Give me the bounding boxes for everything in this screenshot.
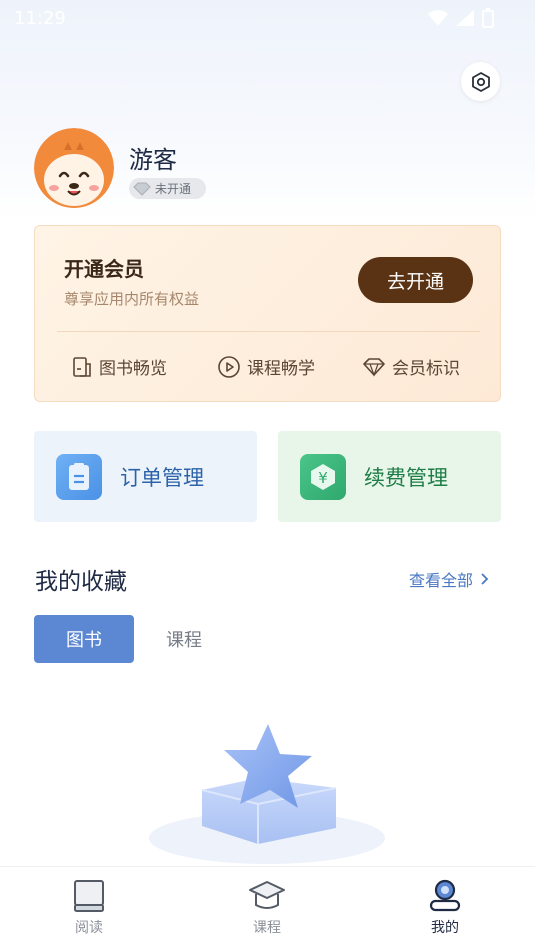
renewal-management-tile[interactable]: ¥ 续费管理 bbox=[278, 431, 501, 522]
graduation-cap-icon bbox=[249, 881, 285, 909]
status-time: 11:29 bbox=[14, 8, 66, 29]
nav-item-courses[interactable]: 课程 bbox=[227, 879, 307, 937]
svg-text:¥: ¥ bbox=[318, 469, 328, 487]
membership-badge: 未开通 bbox=[129, 178, 206, 199]
settings-icon bbox=[471, 71, 490, 92]
status-icons bbox=[427, 8, 495, 28]
diamond-icon bbox=[363, 357, 385, 377]
username: 游客 bbox=[129, 146, 177, 174]
order-icon bbox=[56, 453, 102, 500]
order-management-tile[interactable]: 订单管理 bbox=[34, 431, 257, 522]
avatar[interactable] bbox=[34, 128, 114, 208]
signal-icon bbox=[456, 10, 474, 26]
nav-label-read: 阅读 bbox=[75, 920, 103, 936]
book-icon bbox=[73, 356, 91, 377]
renewal-management-label: 续费管理 bbox=[364, 465, 448, 490]
tab-books[interactable]: 图书 bbox=[34, 615, 134, 663]
diamond-icon bbox=[129, 178, 155, 199]
wifi-icon bbox=[428, 10, 448, 26]
divider bbox=[57, 331, 480, 332]
battery-icon bbox=[482, 8, 494, 28]
feature-books: 图书畅览 bbox=[71, 354, 167, 379]
settings-button[interactable] bbox=[461, 62, 500, 101]
feature-badge-label: 会员标识 bbox=[392, 359, 460, 379]
play-icon bbox=[218, 355, 240, 378]
vip-subtitle: 尊享应用内所有权益 bbox=[64, 290, 200, 308]
empty-state-illustration bbox=[140, 718, 395, 868]
order-management-label: 订单管理 bbox=[120, 465, 204, 490]
feature-courses: 课程畅学 bbox=[217, 354, 315, 379]
vip-title: 开通会员 bbox=[64, 257, 144, 281]
chevron-right-icon bbox=[481, 573, 489, 585]
renewal-icon: ¥ bbox=[300, 453, 346, 500]
bottom-nav: 阅读 课程 我的 bbox=[0, 866, 535, 951]
feature-badge: 会员标识 bbox=[362, 354, 460, 379]
favorites-title: 我的收藏 bbox=[35, 569, 127, 595]
nav-item-mine[interactable]: 我的 bbox=[405, 879, 485, 937]
user-icon bbox=[429, 879, 461, 912]
view-all-link[interactable]: 查看全部 bbox=[409, 567, 489, 591]
activate-vip-button[interactable]: 去开通 bbox=[358, 257, 473, 303]
book-icon bbox=[74, 880, 104, 912]
vip-card: 开通会员 尊享应用内所有权益 去开通 图书畅览 课程畅学 会员标识 bbox=[34, 225, 501, 402]
view-all-label: 查看全部 bbox=[409, 571, 474, 590]
nav-label-courses: 课程 bbox=[253, 920, 281, 936]
feature-courses-label: 课程畅学 bbox=[247, 359, 315, 379]
tab-courses[interactable]: 课程 bbox=[152, 615, 216, 663]
feature-books-label: 图书畅览 bbox=[99, 359, 167, 379]
membership-badge-label: 未开通 bbox=[155, 182, 192, 196]
nav-label-mine: 我的 bbox=[431, 920, 459, 936]
status-bar: 11:29 bbox=[0, 0, 535, 36]
nav-item-read[interactable]: 阅读 bbox=[49, 879, 129, 937]
